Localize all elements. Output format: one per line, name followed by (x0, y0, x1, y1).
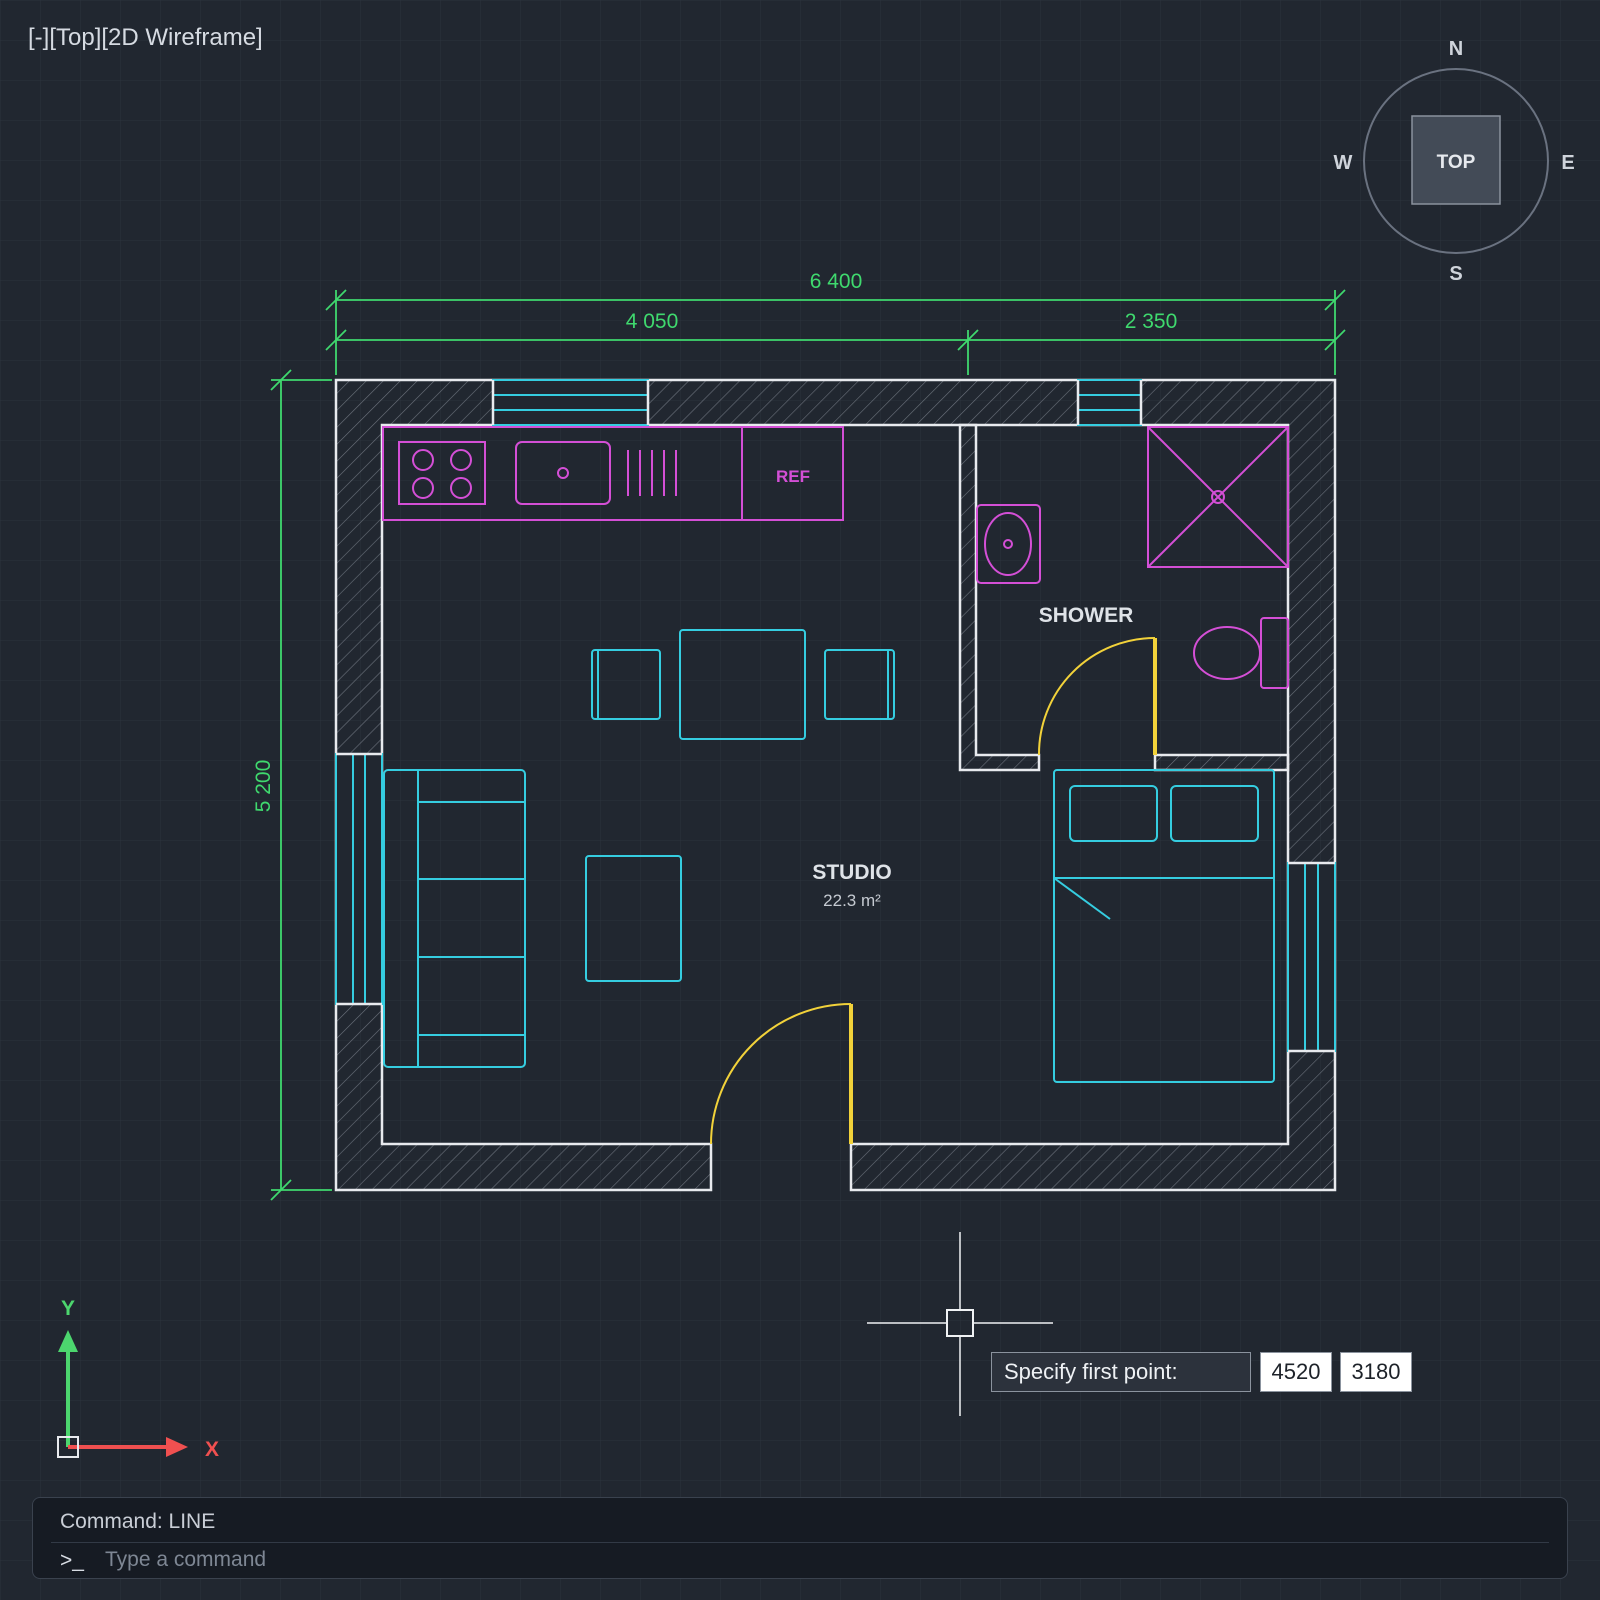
dim-text-right: 2 350 (1125, 310, 1178, 333)
window-top-left[interactable] (492, 379, 649, 426)
room-label-studio: STUDIO (812, 861, 891, 884)
dynamic-input-prompt: Specify first point: (991, 1352, 1251, 1392)
dim-text-left: 4 050 (626, 310, 679, 333)
room-label-shower: SHOWER (1039, 604, 1134, 627)
ucs-y-label: Y (61, 1297, 75, 1320)
compass-north[interactable]: N (1449, 38, 1463, 60)
viewcube-face-label: TOP (1437, 152, 1476, 173)
window-right[interactable] (1287, 862, 1336, 1052)
compass-east[interactable]: E (1561, 152, 1574, 174)
window-top-right[interactable] (1077, 379, 1142, 426)
compass-west[interactable]: W (1334, 152, 1353, 174)
bathroom-wall-bottom[interactable] (1153, 753, 1290, 772)
ucs-x-label: X (205, 1438, 219, 1461)
command-divider (51, 1542, 1549, 1543)
window-left[interactable] (335, 753, 383, 1005)
room-area-studio: 22.3 m² (823, 891, 881, 910)
command-input[interactable] (105, 1546, 1505, 1574)
dynamic-input-x[interactable] (1260, 1352, 1332, 1392)
viewport-controls-label[interactable]: [-][Top][2D Wireframe] (28, 24, 263, 52)
dynamic-input-y[interactable] (1340, 1352, 1412, 1392)
command-line[interactable]: Command: LINE >_ (32, 1497, 1568, 1579)
compass-south[interactable]: S (1449, 263, 1462, 285)
command-prompt-icon: >_ (60, 1549, 84, 1572)
dim-text-height: 5 200 (252, 760, 275, 813)
command-history: Command: LINE (60, 1510, 216, 1533)
dim-text-overall: 6 400 (810, 270, 863, 293)
fridge-label: REF (776, 467, 810, 486)
